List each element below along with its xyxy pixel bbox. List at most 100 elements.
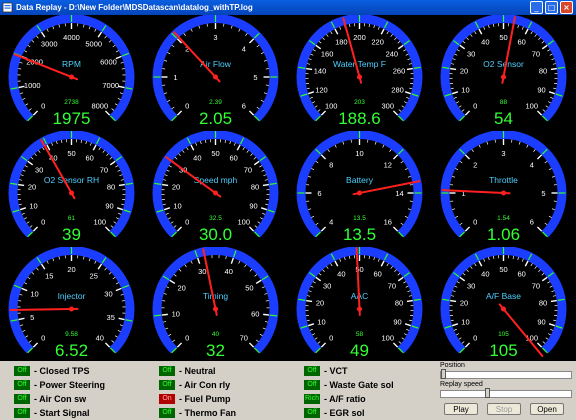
minor-tick [454,97,457,98]
major-tick [119,86,125,87]
minor-tick [487,142,488,145]
minor-tick [261,100,264,101]
needle-hub [501,75,506,80]
minor-tick [174,226,176,228]
minor-tick [374,257,375,260]
major-tick [105,343,109,347]
minor-tick [264,93,267,94]
indicator-state: Off [159,366,175,376]
major-tick [308,324,314,326]
minor-tick [260,334,263,335]
replay-speed-slider-thumb[interactable] [485,388,490,398]
open-button[interactable]: Open [530,403,564,415]
indicator-label: - Air Con rly [179,379,230,392]
stop-button[interactable]: Stop [487,403,521,415]
replay-speed-slider[interactable] [440,390,572,398]
close-button[interactable]: × [560,1,573,14]
minor-tick [43,147,45,150]
gauge-secondary-value: 1.54 [497,215,510,222]
minor-tick [114,222,116,224]
gauge-secondary-value: 61 [68,215,76,222]
minor-tick [32,272,34,274]
minor-tick [119,175,122,176]
tick-label: 10 [30,290,38,299]
minimize-button[interactable]: _ [530,1,543,14]
indicator-state: Off [14,366,30,376]
tick-label: 16 [384,217,392,226]
indicator-neutral: Off- Neutral [159,365,299,378]
tick-label: 10 [29,201,37,210]
minor-tick [226,256,227,259]
major-tick [321,155,325,159]
gauge-water-temp-f: 100120140160180200220240260280300Water T… [288,15,431,130]
gauge-dial: 0510152025303540Injector9.586.52 [0,247,143,362]
minor-tick [527,145,528,148]
tick-label: 0 [41,217,45,226]
gauge-secondary-value: 105 [498,331,509,338]
minor-tick [518,25,519,28]
minor-tick [121,180,124,181]
major-tick [460,45,465,49]
gauge-label: O2 Sensor RH [44,175,99,185]
minor-tick [311,286,314,287]
tick-label: 70 [100,165,108,174]
tick-label: 5 [30,313,34,322]
indicator-label: - Thermo Fan [179,407,236,420]
indicator-state: Off [14,394,30,404]
tick-label: 30 [35,165,43,174]
minor-tick [407,291,410,292]
minor-tick [546,106,548,108]
tick-label: 10 [173,201,181,210]
play-button[interactable]: Play [444,403,478,415]
major-tick [398,45,403,49]
minor-tick [164,93,167,94]
major-tick [537,111,541,115]
major-tick [479,29,482,34]
minor-tick [230,141,231,144]
minor-tick [452,176,455,177]
minor-tick [263,328,266,329]
minor-tick [375,142,376,145]
minor-tick [163,180,166,181]
position-slider-thumb[interactable] [441,369,446,379]
minor-tick [542,41,544,43]
minor-tick [406,329,409,330]
gauge-needle [203,249,216,315]
major-tick [237,145,240,150]
minor-tick [264,293,267,294]
minor-tick [550,54,553,55]
minor-tick [323,38,325,40]
minor-tick [462,110,464,112]
minor-tick [451,88,454,89]
minor-tick [479,145,480,148]
major-tick [254,161,259,165]
gauge-injector: 0510152025303540Injector9.586.52 [0,247,143,362]
minor-tick [399,342,401,344]
minor-tick [404,334,407,335]
maximize-button[interactable]: □ [545,1,558,14]
major-tick [110,161,115,165]
minor-tick [535,266,537,268]
minor-tick [95,29,96,32]
gauge-speed-mph: 0102030405060708090100Speed mph32.530.0 [144,131,287,246]
minor-tick [399,110,401,112]
major-tick [542,45,547,49]
minor-tick [344,257,345,260]
major-tick [321,111,325,115]
gauge-dial: 0102030405060708090100AAC5849 [288,247,431,362]
tick-label: 0 [41,333,45,342]
minor-tick [310,329,313,330]
tick-label: 8000 [91,101,108,110]
minor-tick [115,166,118,168]
minor-tick [179,269,181,271]
minor-tick [167,100,170,101]
minor-tick [456,102,459,103]
needle-hub [357,191,362,196]
minor-tick [29,341,31,343]
position-slider[interactable] [440,371,572,379]
gauge-dial: 0102030405060708090100O2 Sensor RH6139 [0,131,143,246]
minor-tick [513,256,514,259]
tick-label: 5000 [85,40,102,49]
tick-label: 20 [316,299,324,308]
minor-tick [173,340,175,342]
